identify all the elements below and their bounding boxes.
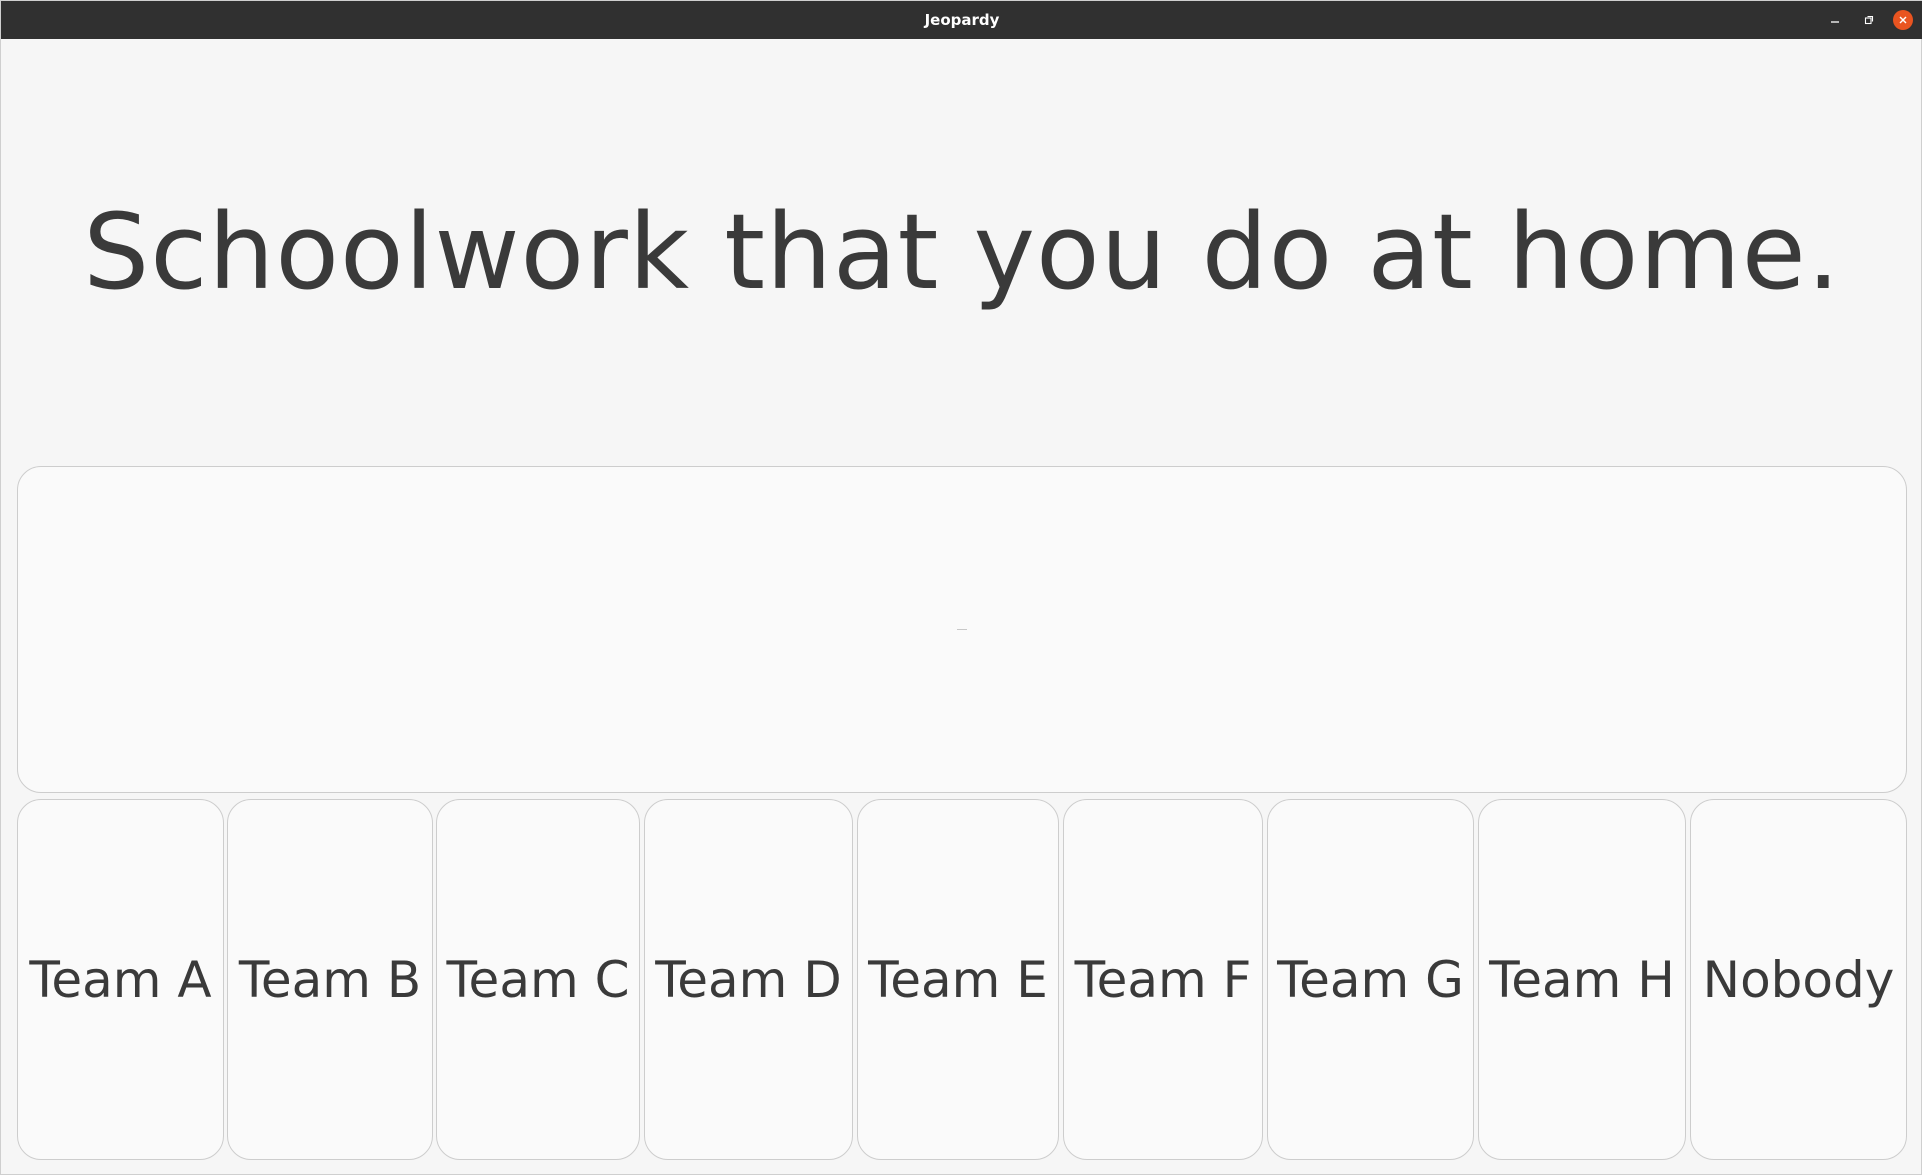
window-title: Jeopardy bbox=[924, 11, 1000, 29]
team-g-button[interactable]: Team G bbox=[1267, 799, 1474, 1160]
restore-button[interactable] bbox=[1859, 10, 1879, 30]
team-c-button[interactable]: Team C bbox=[436, 799, 640, 1160]
close-icon bbox=[1899, 16, 1907, 24]
team-buttons: Team A Team B Team C Team D Team E Team … bbox=[17, 799, 1907, 1160]
app-window: Jeopardy Schoolwork that you do at home.… bbox=[0, 0, 1922, 1175]
answer-panel[interactable] bbox=[17, 466, 1907, 793]
team-h-button[interactable]: Team H bbox=[1478, 799, 1686, 1160]
restore-icon bbox=[1864, 15, 1874, 25]
question-text: Schoolwork that you do at home. bbox=[83, 190, 1841, 313]
minimize-button[interactable] bbox=[1825, 10, 1845, 30]
answer-text bbox=[957, 629, 967, 630]
title-bar[interactable]: Jeopardy bbox=[1, 1, 1922, 39]
nobody-button[interactable]: Nobody bbox=[1690, 799, 1907, 1160]
close-button[interactable] bbox=[1893, 10, 1913, 30]
team-d-button[interactable]: Team D bbox=[644, 799, 853, 1160]
team-e-button[interactable]: Team E bbox=[857, 799, 1059, 1160]
team-a-button[interactable]: Team A bbox=[17, 799, 224, 1160]
minimize-icon bbox=[1831, 21, 1839, 23]
team-f-button[interactable]: Team F bbox=[1063, 799, 1263, 1160]
team-b-button[interactable]: Team B bbox=[227, 799, 433, 1160]
